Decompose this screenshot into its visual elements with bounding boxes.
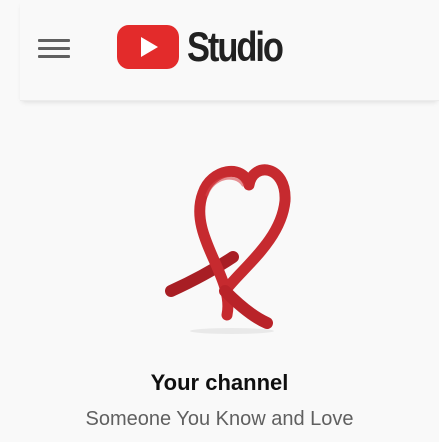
- channel-avatar[interactable]: [155, 145, 305, 335]
- studio-page: Studio Your channel Someone You Know and…: [0, 0, 439, 442]
- studio-logo[interactable]: Studio: [117, 22, 303, 72]
- studio-logo-text: Studio: [187, 23, 284, 70]
- your-channel-heading: Your channel: [150, 370, 289, 395]
- menu-line: [38, 39, 70, 42]
- menu-line: [38, 47, 70, 50]
- youtube-play-icon: [117, 25, 179, 69]
- channel-name[interactable]: Someone You Know and Love: [0, 408, 439, 431]
- awareness-ribbon-icon: [165, 164, 291, 334]
- menu-line: [38, 55, 70, 58]
- hamburger-menu-icon[interactable]: [38, 36, 72, 60]
